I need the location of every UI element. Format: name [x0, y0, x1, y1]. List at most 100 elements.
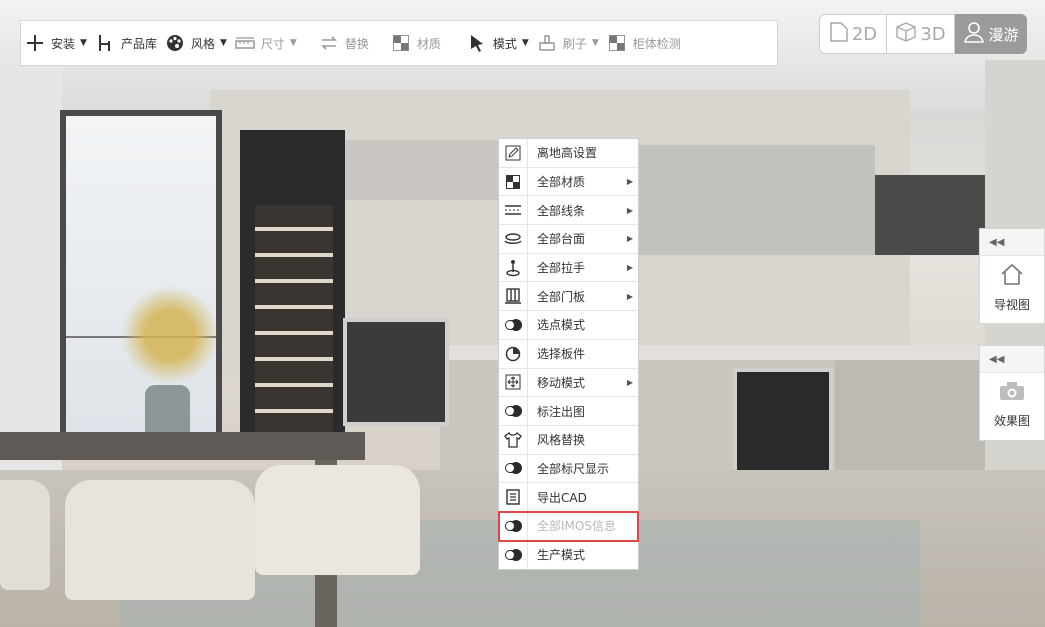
menu-item-production-mode[interactable]: 生产模式	[499, 540, 638, 570]
menu-item-point-select-mode[interactable]: 选点模式	[499, 311, 638, 340]
toggle-icon	[499, 511, 528, 540]
toolbar-size-label: 尺寸	[260, 36, 285, 51]
toggle-icon	[499, 540, 528, 570]
document-icon	[499, 483, 528, 511]
handle-icon	[499, 253, 528, 282]
menu-item-export-cad[interactable]: 导出CAD	[499, 483, 638, 512]
chevron-down-icon: ▼	[289, 38, 297, 48]
toggle-icon	[499, 454, 528, 483]
view-2d-button[interactable]: 2D	[819, 14, 887, 54]
chevron-down-icon: ▼	[521, 38, 529, 48]
menu-item-style-replace[interactable]: 风格替换	[499, 425, 638, 455]
chevron-down-icon: ▼	[591, 38, 599, 48]
chair	[0, 480, 50, 590]
house-icon	[1000, 263, 1024, 290]
plus-icon	[25, 33, 45, 53]
menu-item-label: 全部门板	[537, 289, 586, 304]
toggle-icon	[499, 397, 528, 425]
menu-item-label: 风格替换	[537, 433, 586, 448]
menu-item-select-board[interactable]: 选择板件	[499, 339, 638, 369]
toolbar-material[interactable]: 材质	[391, 21, 441, 65]
shirt-icon	[499, 425, 528, 454]
chair	[65, 480, 255, 600]
menu-item-show-all-rulers[interactable]: 全部标尺显示	[499, 454, 638, 484]
chair	[255, 465, 420, 575]
menu-item-label: 生产模式	[537, 548, 586, 563]
view-roam-button[interactable]: 漫游	[955, 14, 1027, 54]
render-view-label: 效果图	[993, 414, 1030, 428]
user-icon	[963, 21, 985, 47]
door-panel-icon	[499, 282, 528, 311]
toolbar-style-label: 风格	[190, 36, 215, 51]
toggle-icon	[499, 311, 528, 339]
double-chevron-left-icon: ◀◀	[989, 236, 1005, 248]
view-switch: 2D 3D 漫游	[819, 14, 1027, 54]
view-2d-label: 2D	[851, 23, 878, 45]
chevron-right-icon: ▶	[626, 291, 633, 301]
chevron-down-icon: ▼	[80, 38, 87, 48]
menu-item-label: 全部台面	[537, 232, 586, 247]
collapse-button[interactable]: ◀◀	[980, 229, 1044, 256]
menu-item-label: 选点模式	[537, 318, 586, 333]
pie-icon	[499, 339, 528, 368]
toolbar-replace[interactable]: 替换	[319, 21, 369, 65]
toolbar-style[interactable]: 风格 ▼	[165, 21, 227, 65]
menu-item-label: 全部标尺显示	[537, 461, 610, 476]
plan-2d-icon	[829, 21, 849, 47]
menu-item-label: 全部拉手	[537, 261, 586, 276]
flowers	[110, 280, 230, 390]
palette-icon	[165, 33, 185, 53]
toolbar-brush[interactable]: 刷子 ▼	[537, 21, 599, 65]
menu-item-all-imos-info[interactable]: 全部IMOS信息	[498, 510, 639, 542]
collapse-button[interactable]: ◀◀	[980, 346, 1044, 373]
chevron-down-icon: ▼	[219, 38, 227, 48]
menu-item-all-lines[interactable]: 全部线条 ▶	[499, 196, 638, 226]
toolbar-mode[interactable]: 模式 ▼	[467, 21, 529, 65]
menu-item-label: 全部线条	[537, 203, 586, 218]
chevron-right-icon: ▶	[626, 177, 633, 187]
navigation-view-panel: ◀◀ 导视图	[979, 228, 1045, 324]
countertop-icon	[499, 225, 528, 253]
render-view-button[interactable]: 效果图	[980, 373, 1044, 437]
wine-rack	[255, 205, 333, 435]
toolbar-product-library-label: 产品库	[120, 36, 157, 51]
menu-item-label: 全部材质	[537, 175, 586, 190]
view-3d-label: 3D	[920, 23, 946, 45]
oven[interactable]	[733, 368, 833, 476]
view-3d-button[interactable]: 3D	[887, 14, 955, 54]
menu-item-label: 移动模式	[537, 375, 586, 390]
navigation-view-button[interactable]: 导视图	[980, 256, 1044, 320]
checker-icon	[499, 167, 528, 196]
chevron-right-icon: ▶	[626, 263, 633, 273]
upper-cabinet[interactable]	[875, 175, 985, 255]
menu-item-all-materials[interactable]: 全部材质 ▶	[499, 167, 638, 197]
toolbar-product-library[interactable]: 产品库	[95, 21, 157, 65]
lines-icon	[499, 196, 528, 225]
move-icon	[499, 368, 528, 397]
toolbar-size[interactable]: 尺寸 ▼	[235, 21, 297, 65]
menu-item-move-mode[interactable]: 移动模式 ▶	[499, 368, 638, 398]
pillar	[0, 60, 62, 480]
context-menu: 离地高设置 全部材质 ▶ 全部线条 ▶ 全部台面 ▶ 全部拉手 ▶ 全部门板 ▶	[498, 138, 639, 571]
toolbar-install-label: 安装	[51, 36, 76, 51]
main-toolbar: 安装 ▼ 产品库 风格 ▼ 尺寸 ▼ 替换 材质 模式 ▼ 刷子 ▼ 柜体检测	[20, 20, 778, 66]
cursor-icon	[467, 33, 487, 53]
upper-cabinet[interactable]	[635, 145, 875, 255]
toolbar-mode-label: 模式	[492, 36, 517, 51]
menu-item-label: 离地高设置	[537, 146, 598, 161]
menu-item-all-handles[interactable]: 全部拉手 ▶	[499, 253, 638, 283]
render-view-panel: ◀◀ 效果图	[979, 345, 1045, 441]
menu-item-all-door-panels[interactable]: 全部门板 ▶	[499, 282, 638, 312]
chevron-right-icon: ▶	[626, 377, 633, 387]
chevron-right-icon: ▶	[626, 205, 633, 215]
menu-item-label: 全部IMOS信息	[537, 519, 616, 534]
view-roam-label: 漫游	[988, 25, 1019, 44]
navigation-view-label: 导视图	[993, 298, 1030, 312]
toolbar-cabinet-check[interactable]: 柜体检测	[607, 21, 681, 65]
toolbar-install[interactable]: 安装 ▼	[25, 21, 87, 65]
edit-icon	[499, 139, 528, 167]
menu-item-annotation-output[interactable]: 标注出图	[499, 397, 638, 426]
oven[interactable]	[343, 318, 449, 426]
menu-item-all-countertops[interactable]: 全部台面 ▶	[499, 225, 638, 254]
menu-item-height-setting[interactable]: 离地高设置	[499, 139, 638, 168]
